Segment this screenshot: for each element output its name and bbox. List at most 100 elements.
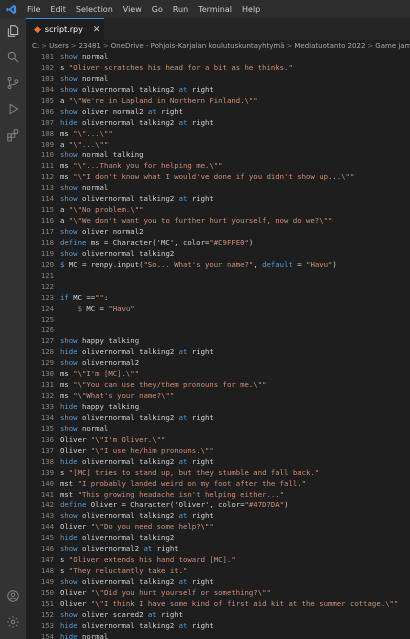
close-icon[interactable]: ✕ <box>93 25 101 35</box>
code-line[interactable]: 111 ms "\"...Thank you for helping me.\"" <box>26 161 410 172</box>
code-line[interactable]: 126 <box>26 325 410 336</box>
code-line[interactable]: 125 <box>26 315 410 326</box>
code-line[interactable]: 107 hide olivernormal talking2 at right <box>26 118 410 129</box>
code-line[interactable]: 148 s "They reluctantly take it." <box>26 566 410 577</box>
code-line[interactable]: 139 s "[MC] tries to stand up, but they s… <box>26 468 410 479</box>
code-text: s "[MC] tries to stand up, but they stum… <box>60 467 320 477</box>
code-line[interactable]: 105 a "\"We're in Lapland in Northern Fin… <box>26 96 410 107</box>
explorer-icon[interactable] <box>0 18 26 44</box>
code-text: hide olivernormal talking2 at right <box>60 117 214 127</box>
code-line[interactable]: 117 show oliver normal2 <box>26 227 410 238</box>
tab-label: script.rpy <box>44 25 83 34</box>
code-line[interactable]: 138 hide olivernormal talking2 at right <box>26 457 410 468</box>
code-line[interactable]: 152 show oliver scared2 at right <box>26 610 410 621</box>
breadcrumb-segment[interactable]: OneDrive - Pohjois-Karjalan koulutuskunt… <box>111 42 285 50</box>
code-line[interactable]: 131 ms "\"You can use they/them pronouns … <box>26 380 410 391</box>
line-number: 117 <box>40 227 54 236</box>
code-line[interactable]: 121 <box>26 271 410 282</box>
code-line[interactable]: 135 show normal <box>26 424 410 435</box>
extensions-icon[interactable] <box>0 122 26 148</box>
code-line[interactable]: 137 Oliver "\"I use he/him pronouns.\"" <box>26 446 410 457</box>
account-icon[interactable] <box>0 583 26 609</box>
code-line[interactable]: 149 show olivernormal talking2 at right <box>26 577 410 588</box>
code-line[interactable]: 109 a "\"...\"" <box>26 140 410 151</box>
code-line[interactable]: 128 hide olivernormal talking2 at right <box>26 347 410 358</box>
code-text: a "\"No problem.\"" <box>60 205 144 215</box>
run-debug-icon[interactable] <box>0 96 26 122</box>
code-line[interactable]: 150 Oliver "\"Did you hurt yourself or so… <box>26 588 410 599</box>
line-number: 124 <box>40 303 54 313</box>
line-number: 128 <box>40 347 54 357</box>
menu-view[interactable]: View <box>118 5 147 14</box>
menu-file[interactable]: File <box>22 5 45 14</box>
line-number: 116 <box>40 216 54 226</box>
code-line[interactable]: 147 s "Oliver extends his hand toward [MC… <box>26 555 410 566</box>
code-line[interactable]: 112 ms "\"I don't know what I would've do… <box>26 172 410 183</box>
breadcrumb-segment[interactable]: 23481 <box>79 42 101 50</box>
code-line[interactable]: 140 mst "I probably landed weird on my fo… <box>26 479 410 490</box>
code-line[interactable]: 145 hide olivernormal talking2 <box>26 533 410 544</box>
code-editor[interactable]: 101 show normal 102 s "Oliver scratches his… <box>26 52 410 639</box>
breadcrumb-separator: > <box>41 42 48 50</box>
line-number: 131 <box>40 380 54 390</box>
code-text: show normal <box>60 52 109 61</box>
code-line[interactable]: 115 a "\"No problem.\"" <box>26 205 410 216</box>
code-line[interactable]: 142 define Oliver = Character('Oliver', c… <box>26 500 410 511</box>
menu-go[interactable]: Go <box>147 5 168 14</box>
code-line[interactable]: 127 show happy talking <box>26 336 410 347</box>
code-line[interactable]: 151 Oliver "\"I think I have some kind of… <box>26 599 410 610</box>
code-text: a "\"...\"" <box>60 139 109 149</box>
breadcrumb-segment[interactable]: Mediatuotanto 2022 <box>294 42 365 50</box>
code-line[interactable]: 153 hide olivernormal talking2 at right <box>26 621 410 632</box>
activity-bar <box>0 18 26 639</box>
breadcrumb-segment[interactable]: Game jam 2022 <box>375 42 410 50</box>
menu-run[interactable]: Run <box>168 5 193 14</box>
code-line[interactable]: 154 hide normal <box>26 632 410 639</box>
code-text: define ms = Character('MC', color="#C9FF… <box>60 237 254 247</box>
code-line[interactable]: 143 show olivernormal talking2 at right <box>26 511 410 522</box>
code-text: show normal <box>60 73 109 83</box>
code-line[interactable]: 132 ms "\"What's your name?\"" <box>26 391 410 402</box>
code-line[interactable]: 106 show oliver normal2 at right <box>26 107 410 118</box>
code-line[interactable]: 133 hide happy talking <box>26 402 410 413</box>
menu-selection[interactable]: Selection <box>71 5 118 14</box>
line-number: 126 <box>40 325 54 335</box>
tab-script-rpy[interactable]: ◆ script.rpy ✕ <box>26 18 104 40</box>
menu-help[interactable]: Help <box>237 5 265 14</box>
code-line[interactable]: 144 Oliver "\"Do you need some help?\"" <box>26 522 410 533</box>
code-line[interactable]: 103 show normal <box>26 74 410 85</box>
code-line[interactable]: 120 $ MC = renpy.input("So... What's your… <box>26 260 410 271</box>
code-line[interactable]: 116 a "\"We don't want you to further hur… <box>26 216 410 227</box>
code-text: hide olivernormal talking2 <box>60 533 175 543</box>
code-line[interactable]: 123 if MC =="": <box>26 293 410 304</box>
code-line[interactable]: 134 show olivernormal talking2 at right <box>26 413 410 424</box>
code-line[interactable]: 122 <box>26 282 410 293</box>
line-number: 105 <box>40 95 54 105</box>
code-line[interactable]: 141 mst "This growing headache isn't help… <box>26 490 410 501</box>
code-line[interactable]: 102 s "Oliver scratches his head for a bi… <box>26 63 410 74</box>
line-number: 112 <box>40 172 54 182</box>
code-line[interactable]: 129 show olivernormal2 <box>26 358 410 369</box>
line-number: 152 <box>40 609 54 619</box>
code-line[interactable]: 130 ms "\"I'm [MC].\"" <box>26 369 410 380</box>
code-line[interactable]: 110 show normal talking <box>26 150 410 161</box>
code-line[interactable]: 104 show olivernormal talking2 at right <box>26 85 410 96</box>
line-number: 118 <box>40 237 54 247</box>
code-line[interactable]: 146 show olivernormal2 at right <box>26 544 410 555</box>
settings-gear-icon[interactable] <box>0 609 26 635</box>
search-icon[interactable] <box>0 44 26 70</box>
code-line[interactable]: 118 define ms = Character('MC', color="#C… <box>26 238 410 249</box>
code-line[interactable]: 114 show olivernormal talking2 at right <box>26 194 410 205</box>
menu-terminal[interactable]: Terminal <box>193 5 237 14</box>
code-line[interactable]: 101 show normal <box>26 52 410 63</box>
code-text: ms "\"What's your name?\"" <box>60 391 175 401</box>
code-line[interactable]: 108 ms "\"...\"" <box>26 129 410 140</box>
source-control-icon[interactable] <box>0 70 26 96</box>
code-line[interactable]: 124 $ MC = "Havu" <box>26 304 410 315</box>
code-line[interactable]: 136 Oliver "\"I'm Oliver.\"" <box>26 435 410 446</box>
code-line[interactable]: 119 show olivernormal talking2 <box>26 249 410 260</box>
code-line[interactable]: 113 show normal <box>26 183 410 194</box>
line-number: 113 <box>40 183 54 193</box>
menu-edit[interactable]: Edit <box>45 5 71 14</box>
breadcrumb-segment[interactable]: Users <box>49 42 69 50</box>
